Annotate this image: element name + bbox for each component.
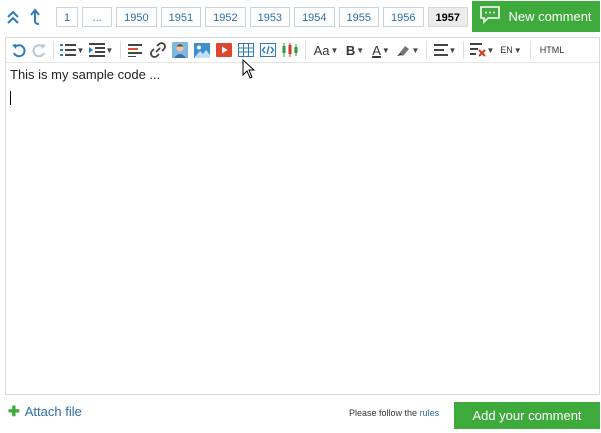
add-comment-button[interactable]: Add your comment (454, 402, 600, 429)
toolbar-divider (463, 41, 464, 59)
rules-notice: Please follow the rules (349, 408, 439, 418)
toolbar-divider (120, 41, 121, 59)
page-button-current: 1957 (427, 7, 468, 27)
speech-bubble-icon (480, 6, 501, 27)
indent-icon[interactable]: ▼ (86, 40, 116, 60)
rules-link[interactable]: rules (420, 408, 440, 418)
page-button-1954[interactable]: 1954 (294, 7, 335, 27)
new-comment-button[interactable]: New comment (472, 1, 600, 32)
rules-prefix: Please follow the (349, 408, 418, 418)
page-button-1951[interactable]: 1951 (160, 7, 202, 27)
clear-format-dropdown[interactable]: ▼ (468, 40, 496, 60)
plus-icon: ✚ (8, 403, 20, 419)
toolbar-divider (53, 41, 54, 59)
attach-file-label: Attach file (24, 404, 82, 419)
bold-label: B (345, 42, 356, 58)
code-icon[interactable] (257, 40, 279, 60)
new-comment-label: New comment (508, 9, 592, 24)
mouse-pointer-icon (242, 58, 256, 84)
page-button-1952[interactable]: 1952 (205, 7, 246, 27)
align-dropdown[interactable]: ▼ (431, 40, 459, 60)
editor-text: This is my sample code ... (10, 67, 161, 82)
page-button-1955[interactable]: 1955 (338, 7, 380, 27)
clear-format-icon (469, 43, 486, 57)
page-button-1956[interactable]: 1956 (383, 7, 424, 27)
toolbar-divider (530, 41, 531, 59)
editor-toolbar: ▼ ▼ Aa ▼ B ▼ A ▼ ▼ ▼ ▼ EN ▼ HTML (6, 38, 599, 63)
toolbar-divider (305, 41, 306, 59)
editor-content[interactable]: This is my sample code ... (6, 63, 599, 109)
table-icon[interactable] (235, 40, 257, 60)
toolbar-divider (426, 41, 427, 59)
highlighter-icon (396, 44, 411, 56)
font-color-label: A (372, 42, 381, 58)
attach-file-link[interactable]: ✚ Attach file (8, 403, 82, 420)
bullet-list-icon[interactable]: ▼ (58, 40, 86, 60)
align-left-icon (433, 44, 448, 56)
bold-dropdown[interactable]: B ▼ (342, 40, 368, 60)
page-button-1950[interactable]: 1950 (116, 7, 157, 27)
font-color-dropdown[interactable]: A ▼ (368, 40, 394, 60)
language-dropdown[interactable]: EN ▼ (496, 40, 526, 60)
link-icon[interactable] (147, 40, 169, 60)
html-button[interactable]: HTML (535, 40, 569, 60)
page-button-ellipsis[interactable]: ... (82, 7, 113, 27)
text-cursor (10, 91, 11, 105)
image-icon[interactable] (191, 40, 213, 60)
video-icon[interactable] (213, 40, 235, 60)
double-chevron-up-icon[interactable] (4, 7, 22, 27)
page-button-1[interactable]: 1 (56, 7, 79, 27)
pagination-bar: 1 ... 1950 1951 1952 1953 1954 1955 1956… (4, 6, 468, 28)
undo-icon[interactable] (9, 40, 29, 60)
text-size-dropdown[interactable]: Aa ▼ (310, 40, 342, 60)
chart-icon[interactable] (279, 40, 301, 60)
highlight-dropdown[interactable]: ▼ (394, 40, 422, 60)
redo-icon[interactable] (29, 40, 49, 60)
html-label: HTML (539, 45, 565, 55)
page-button-1953[interactable]: 1953 (249, 7, 291, 27)
arrow-up-icon[interactable] (26, 7, 44, 27)
language-label: EN (500, 45, 513, 55)
add-comment-label: Add your comment (472, 408, 582, 423)
paragraph-icon[interactable] (125, 40, 147, 60)
comment-editor: ▼ ▼ Aa ▼ B ▼ A ▼ ▼ ▼ ▼ EN ▼ HTML This is… (5, 37, 600, 395)
text-size-label: Aa (313, 42, 330, 58)
user-mention-icon[interactable] (169, 40, 191, 60)
